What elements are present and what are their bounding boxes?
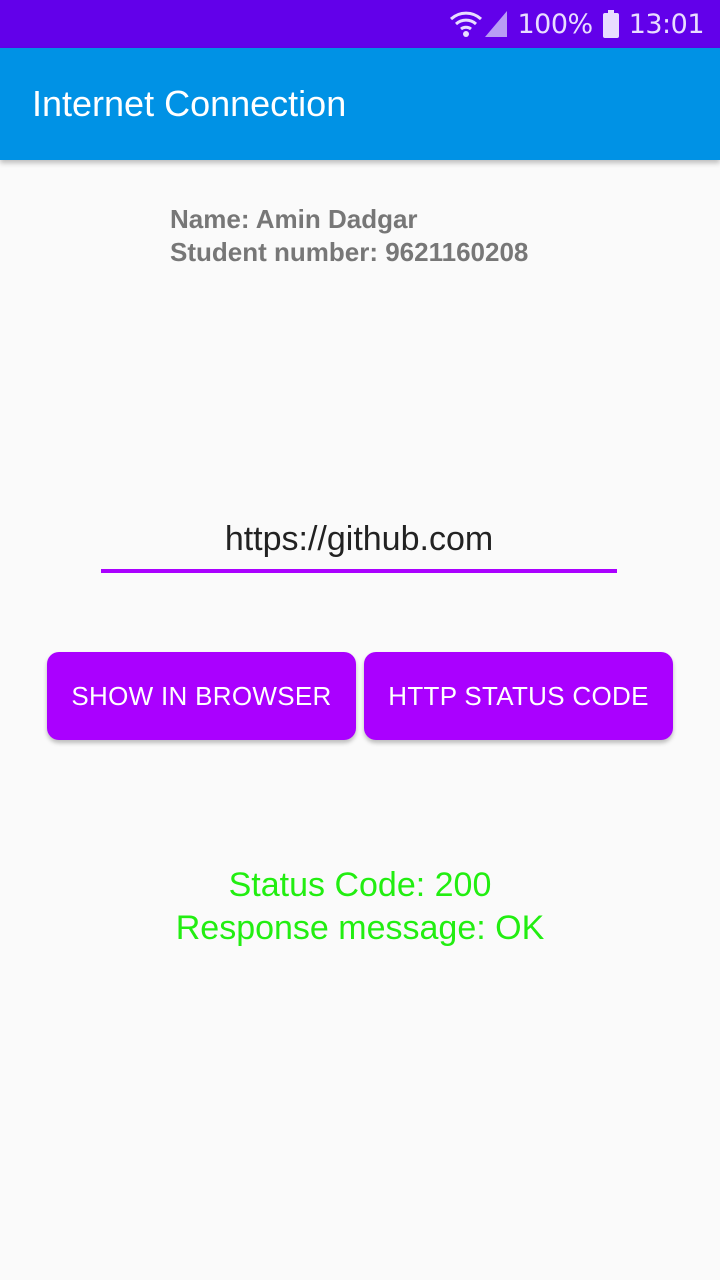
result-panel: Status Code: 200 Response message: OK [0, 864, 720, 950]
student-info: Name: Amin Dadgar Student number: 962116… [170, 203, 528, 269]
app-title: Internet Connection [32, 83, 347, 124]
response-message-text: Response message: OK [175, 909, 545, 947]
name-label: Name: Amin Dadgar [170, 204, 418, 234]
status-code-text: Status Code: 200 [228, 866, 492, 904]
url-input[interactable] [101, 515, 617, 573]
student-number-label: Student number: 9621160208 [170, 237, 529, 267]
battery-icon [602, 10, 619, 38]
battery-level: 100% [517, 8, 593, 40]
status-bar: 100% 13:01 [0, 0, 720, 48]
app-bar: Internet Connection [0, 48, 720, 160]
http-status-code-button[interactable]: HTTP STATUS CODE [364, 652, 673, 740]
signal-icon [485, 11, 508, 37]
clock-time: 13:01 [628, 8, 705, 40]
show-in-browser-button[interactable]: SHOW IN BROWSER [47, 652, 356, 740]
wifi-icon [449, 10, 483, 38]
